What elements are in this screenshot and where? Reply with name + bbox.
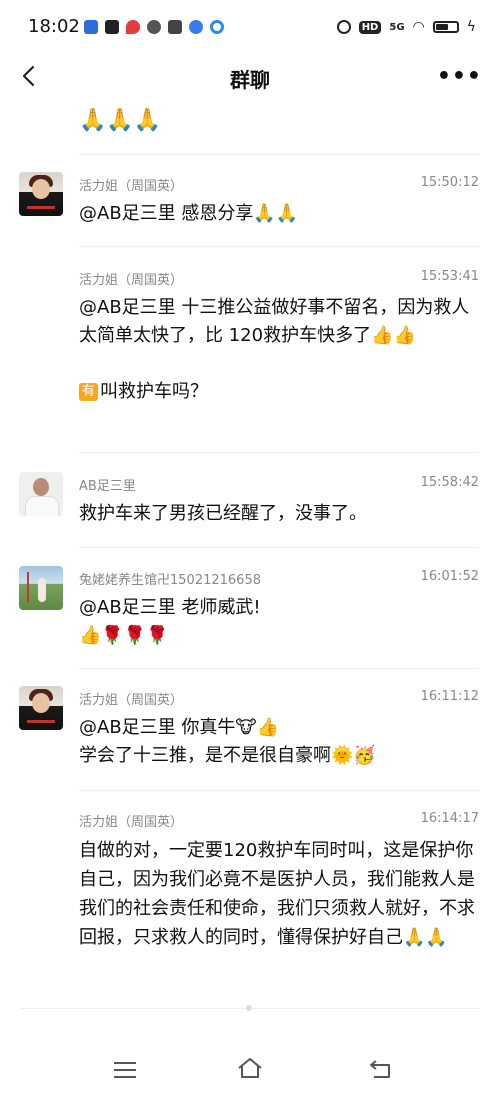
divider xyxy=(79,246,479,247)
paw-icon xyxy=(189,20,203,34)
charging-icon: ϟ xyxy=(466,19,476,35)
avatar[interactable] xyxy=(19,566,63,610)
status-right: HD 5G ◠ ϟ xyxy=(336,16,476,38)
message-icon xyxy=(147,20,161,34)
app-icon-1 xyxy=(84,20,98,34)
wifi-icon: ◠ xyxy=(412,19,425,35)
avatar[interactable] xyxy=(19,686,63,730)
message-content: 救护车来了男孩已经醒了，没事了。 xyxy=(79,500,479,528)
page-title: 群聊 xyxy=(230,68,270,92)
sender-name: 活力姐（周国英） xyxy=(79,693,184,708)
message-content: @AB足三里 老师威武! 👍🌹🌹🌹 xyxy=(79,594,479,650)
nav-bar: 群聊 ••• xyxy=(0,52,500,100)
mail-icon xyxy=(168,20,182,34)
signal-icon: 5G xyxy=(389,21,405,33)
message-time: 16:01:52 xyxy=(420,569,479,584)
sender-name: 活力姐（周国英） xyxy=(79,179,184,194)
previous-message-fragment: 🙏🙏🙏 xyxy=(79,108,162,133)
map-icon xyxy=(126,20,140,34)
back-icon[interactable] xyxy=(368,1058,394,1080)
message-text: @AB足三里 老师威武! xyxy=(79,597,261,618)
divider xyxy=(79,790,479,791)
sender-name: AB足三里 xyxy=(79,479,136,494)
app-icon-2 xyxy=(105,20,119,34)
message-content: @AB足三里 感恩分享🙏🙏 xyxy=(79,200,479,228)
system-nav-bar xyxy=(0,1040,500,1100)
battery-icon xyxy=(432,21,459,33)
notification-icons xyxy=(84,17,224,37)
message-text: 救护车来了男孩已经醒了，没事了。 xyxy=(79,503,367,524)
message-time: 16:14:17 xyxy=(420,811,479,826)
message-text: @AB足三里 你真牛🐮👍 xyxy=(79,717,280,738)
message-text: @AB足三里 十三推公益做好事不留名，因为救人太简单太快了，比 120救护车快多… xyxy=(79,297,470,346)
message-time: 15:58:42 xyxy=(420,475,479,490)
emoji-you-badge: 有 xyxy=(79,383,99,401)
divider xyxy=(79,154,479,155)
message-content: @AB足三里 十三推公益做好事不留名，因为救人太简单太快了，比 120救护车快多… xyxy=(79,294,479,406)
message-time: 16:11:12 xyxy=(420,689,479,704)
message-text: 自做的对，一定要120救护车同时叫，这是保护你自己，因为我们必竟不是医护人员，我… xyxy=(79,840,475,948)
status-bar: 18:02 HD 5G ◠ ϟ xyxy=(0,0,500,52)
home-icon[interactable] xyxy=(236,1056,264,1080)
sender-name: 活力姐（周国英） xyxy=(79,815,184,830)
sender-name: 兔姥姥养生馆卍15021216658 xyxy=(79,573,261,588)
message-text: @AB足三里 感恩分享🙏🙏 xyxy=(79,203,299,224)
hd-badge: HD xyxy=(358,20,382,34)
message-content: @AB足三里 你真牛🐮👍 学会了十三推，是不是很自豪啊🌞🥳 xyxy=(79,714,479,770)
divider xyxy=(79,668,479,669)
message-time: 15:53:41 xyxy=(420,269,479,284)
scroll-indicator xyxy=(246,1005,252,1011)
menu-icon[interactable] xyxy=(114,1062,136,1083)
avatar[interactable] xyxy=(19,172,63,216)
alarm-icon xyxy=(336,20,351,34)
message-text: 有叫救护车吗？ xyxy=(79,378,479,406)
avatar[interactable] xyxy=(19,472,63,516)
divider xyxy=(79,452,479,453)
message-content: 自做的对，一定要120救护车同时叫，这是保护你自己，因为我们必竟不是医护人员，我… xyxy=(79,836,479,952)
more-button[interactable]: ••• xyxy=(437,64,482,89)
message-text: 学会了十三推，是不是很自豪啊🌞🥳 xyxy=(79,745,376,766)
message-time: 15:50:12 xyxy=(420,175,479,190)
divider xyxy=(79,547,479,548)
sender-name: 活力姐（周国英） xyxy=(79,273,184,288)
message-text: 👍🌹🌹🌹 xyxy=(79,625,169,646)
browser-icon xyxy=(210,20,224,34)
status-time: 18:02 xyxy=(28,16,80,37)
message-text-tail: 叫救护车吗？ xyxy=(100,381,209,402)
